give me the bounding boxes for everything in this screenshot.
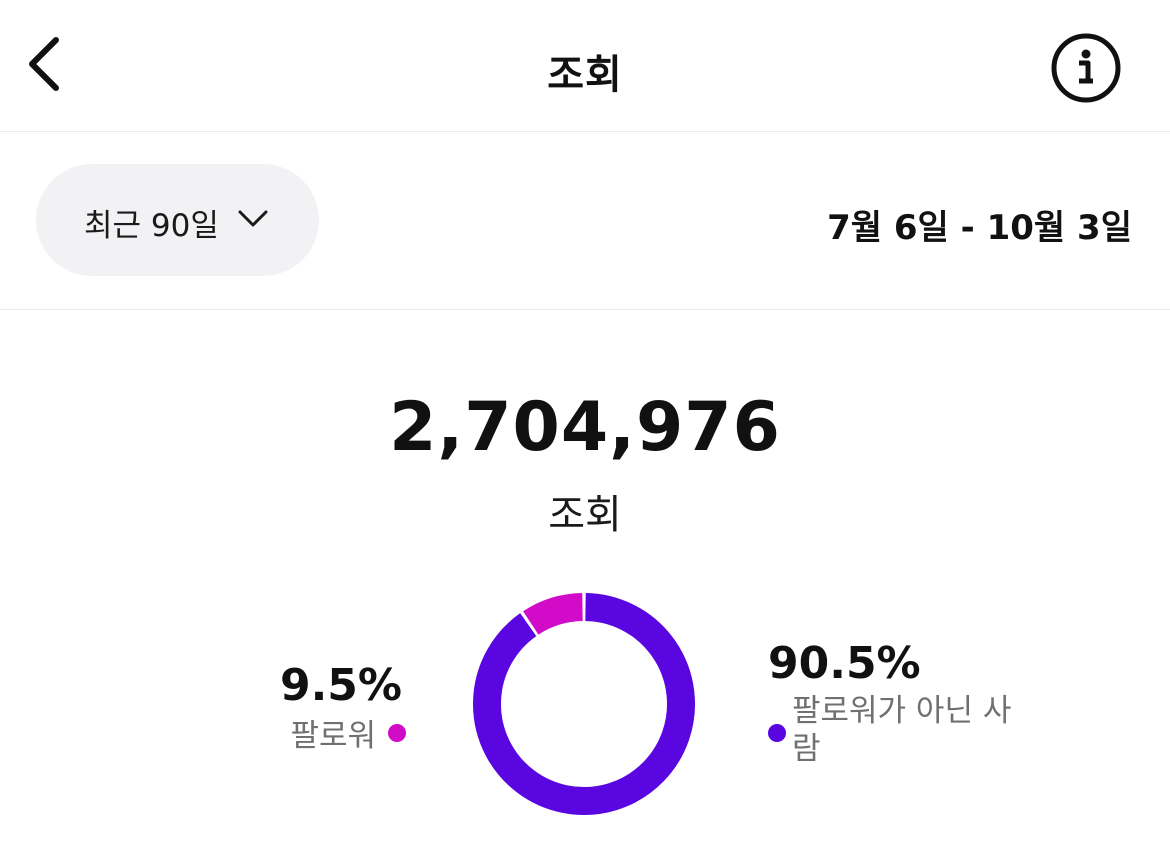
info-button[interactable] <box>1048 30 1124 106</box>
non-followers-donut-slice <box>473 593 695 815</box>
followers-legend-label: 팔로워 <box>290 718 376 754</box>
date-range: 7월 6일 - 10월 3일 <box>827 208 1132 248</box>
info-icon <box>1051 33 1121 103</box>
total-views-value: 2,704,976 <box>389 388 781 467</box>
followers-donut-slice <box>523 593 584 635</box>
followers-legend-dot <box>388 723 406 742</box>
non-followers-percent: 90.5% <box>768 638 921 689</box>
views-donut-chart <box>473 593 695 815</box>
period-label: 최근 90일 <box>84 208 219 244</box>
chevron-down-icon <box>238 210 268 227</box>
total-views-label: 조회 <box>548 492 622 538</box>
page-title: 조회 <box>547 52 623 98</box>
non-followers-legend: 팔로워가 아닌 사람 <box>768 692 1028 768</box>
filter-bar: 최근 90일 7월 6일 - 10월 3일 <box>0 132 1170 310</box>
non-followers-legend-label: 팔로워가 아닌 사람 <box>792 693 1012 767</box>
followers-legend: 팔로워 <box>200 710 406 755</box>
header-bar: 조회 <box>0 0 1170 132</box>
followers-percent: 9.5% <box>279 660 402 711</box>
period-dropdown[interactable]: 최근 90일 <box>36 164 319 276</box>
non-followers-legend-dot <box>768 724 786 742</box>
